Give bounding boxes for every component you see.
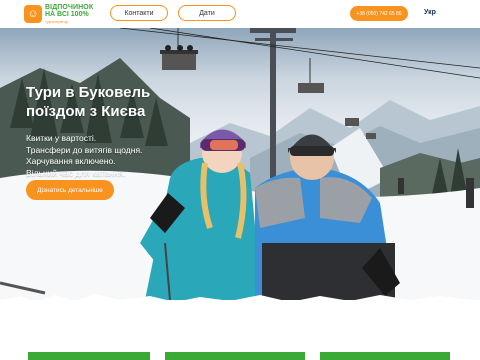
hero-text: Квитки у вартості. Трансфери до витягів … bbox=[26, 133, 216, 179]
lift-cable-2 bbox=[149, 28, 480, 79]
logo-subtitle: туроператор bbox=[45, 18, 69, 24]
next-section-green-bar bbox=[320, 352, 450, 360]
nav-contacts-button[interactable]: Контакти bbox=[110, 5, 168, 21]
phone-button[interactable]: +38 (050) 742 65 86 bbox=[350, 6, 408, 21]
snow-edge-divider bbox=[0, 294, 480, 314]
chairlift-right bbox=[298, 58, 324, 93]
nav-dates-button[interactable]: Дати bbox=[178, 5, 236, 21]
hero-text-line: Трансфери до витягів щодня. bbox=[26, 144, 143, 155]
hero-section: Тури в Буковель поїздом з Києва Квитки у… bbox=[0, 28, 480, 300]
next-section-green-bar bbox=[165, 352, 305, 360]
hero-text-line: Квитки у вартості. bbox=[26, 133, 97, 143]
logo-text-line1: ВІДПОЧИНОК bbox=[45, 3, 94, 11]
learn-more-button[interactable]: Дізнатись детальніше bbox=[26, 180, 114, 200]
hero-title-line2: поїздом з Києва bbox=[26, 103, 146, 120]
hero-text-line: Вільний час для катання. bbox=[26, 167, 126, 178]
hero-text-line: Харчування включено. bbox=[26, 156, 116, 166]
smile-logo-icon: ☺ bbox=[24, 5, 42, 23]
hero-title-line1: Тури в Буковель bbox=[26, 84, 151, 101]
logo[interactable]: ☺ ВІДПОЧИНОК НА ВСІ 100% туроператор bbox=[24, 3, 110, 25]
logo-text: ВІДПОЧИНОК НА ВСІ 100% туроператор bbox=[45, 4, 93, 25]
next-section-green-bar bbox=[28, 352, 150, 360]
logo-text-line2: НА ВСІ 100% bbox=[45, 10, 89, 18]
site-header: ☺ ВІДПОЧИНОК НА ВСІ 100% туроператор Кон… bbox=[0, 0, 480, 28]
hero-title: Тури в Буковель поїздом з Києва bbox=[26, 83, 226, 121]
language-switch[interactable]: Укр bbox=[424, 9, 436, 16]
